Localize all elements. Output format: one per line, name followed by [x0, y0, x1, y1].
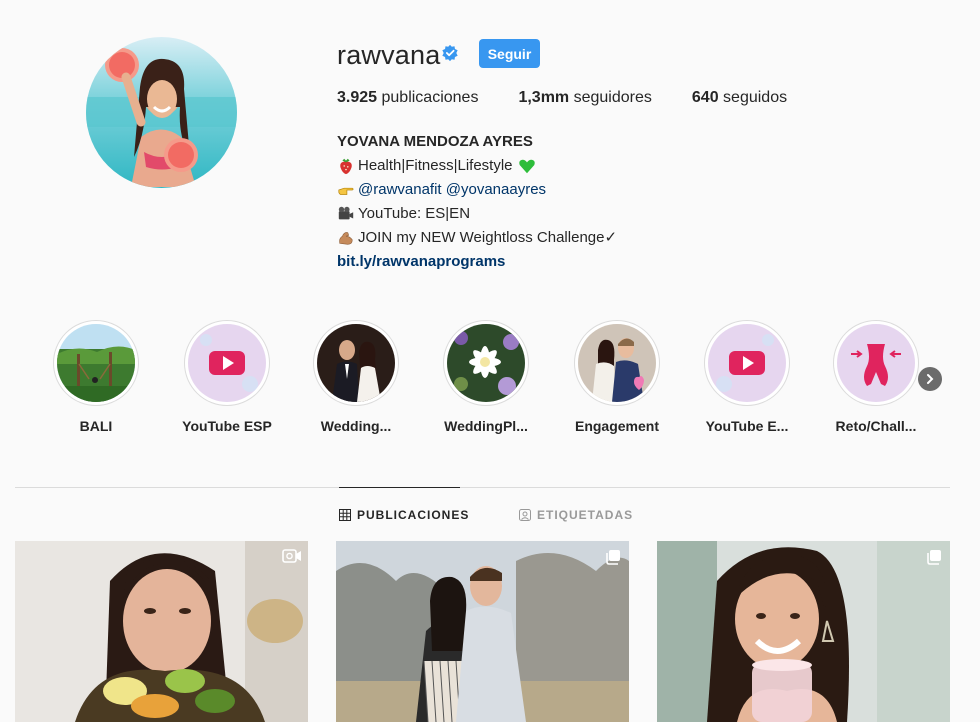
verified-badge-icon	[442, 44, 458, 62]
bio-link[interactable]: bit.ly/rawvanaprograms	[337, 250, 617, 274]
highlight-cover	[57, 324, 135, 402]
highlight-cover	[837, 324, 915, 402]
flexed-biceps-icon	[339, 232, 353, 245]
stat-posts-count: 3.925	[337, 89, 378, 106]
highlight-label: Wedding...	[320, 418, 392, 434]
highlight-youtube-esp[interactable]: YouTube ESP	[172, 320, 282, 434]
green-heart-icon	[518, 159, 535, 174]
highlight-label: Engagement	[574, 418, 659, 434]
highlight-label: BALI	[79, 418, 113, 434]
tabs-divider	[15, 487, 950, 488]
highlight-weddingplanning[interactable]: WeddingPl...	[431, 320, 541, 434]
strawberry-icon	[340, 158, 352, 175]
tagged-icon	[519, 509, 531, 521]
tab-posts[interactable]: PUBLICACIONES	[339, 508, 469, 522]
highlight-youtube-en[interactable]: YouTube E...	[692, 320, 802, 434]
tab-tagged[interactable]: ETIQUETADAS	[519, 508, 633, 522]
highlight-wedding[interactable]: Wedding...	[301, 320, 411, 434]
stat-following-label: seguidos	[723, 89, 788, 106]
highlight-reto-challenge[interactable]: Reto/Chall...	[821, 320, 931, 434]
highlight-cover	[447, 324, 525, 402]
bio-text-4: JOIN my NEW Weightloss Challenge✓	[358, 229, 618, 246]
stat-following-count: 640	[691, 89, 719, 106]
carousel-icon	[927, 550, 941, 565]
stat-followers-label: seguidores	[573, 89, 652, 106]
highlight-cover	[708, 324, 786, 402]
username: rawvana	[337, 40, 441, 70]
stat-followers-count: 1,3mm	[518, 89, 570, 106]
active-tab-indicator	[339, 487, 460, 488]
post-thumbnail[interactable]	[15, 541, 308, 722]
bio-line-1: Health|Fitness|Lifestyle	[337, 154, 617, 178]
highlight-label: YouTube E...	[705, 418, 789, 434]
carousel-icon	[606, 550, 620, 565]
highlight-cover	[578, 324, 656, 402]
tab-posts-label: PUBLICACIONES	[357, 508, 470, 522]
profile-avatar[interactable]	[86, 37, 237, 188]
stat-posts: 3.925 publicaciones	[337, 89, 478, 107]
highlight-engagement[interactable]: Engagement	[562, 320, 672, 434]
post-thumbnail[interactable]	[336, 541, 629, 722]
follow-button[interactable]: Seguir	[479, 39, 540, 68]
pointing-hand-icon	[338, 187, 354, 195]
profile-stats: 3.925 publicaciones 1,3mm seguidores 640…	[337, 89, 827, 107]
highlight-cover	[317, 324, 395, 402]
highlight-cover	[188, 324, 266, 402]
tab-tagged-label: ETIQUETADAS	[537, 508, 634, 522]
post-thumbnail[interactable]	[657, 541, 950, 722]
bio-line-3: YouTube: ES|EN	[337, 202, 617, 226]
mention-yovanaayres[interactable]: @yovanaayres	[446, 178, 546, 202]
stat-following[interactable]: 640 seguidos	[692, 89, 787, 107]
full-name: YOVANA MENDOZA AYRES	[337, 133, 533, 150]
highlight-label: Reto/Chall...	[835, 418, 917, 434]
profile-bio: YOVANA MENDOZA AYRES Health|Fitness|Life…	[337, 130, 617, 274]
bio-text-1: Health|Fitness|Lifestyle	[358, 157, 513, 174]
chevron-right-icon[interactable]	[918, 367, 942, 391]
bio-text-3: YouTube: ES|EN	[358, 205, 471, 222]
highlight-label: WeddingPl...	[444, 418, 528, 434]
mention-rawvanafit[interactable]: @rawvanafit	[358, 178, 442, 202]
bio-line-2: @rawvanafit @yovanaayres	[337, 178, 617, 202]
bio-line-4: JOIN my NEW Weightloss Challenge✓	[337, 226, 617, 250]
video-camera-icon	[282, 549, 301, 563]
highlight-bali[interactable]: BALI	[41, 320, 151, 434]
grid-icon	[339, 509, 351, 521]
highlight-label: YouTube ESP	[182, 418, 272, 434]
stat-posts-label: publicaciones	[381, 89, 479, 106]
stat-followers[interactable]: 1,3mm seguidores	[518, 89, 651, 107]
video-camera-emoji-icon	[338, 206, 354, 220]
